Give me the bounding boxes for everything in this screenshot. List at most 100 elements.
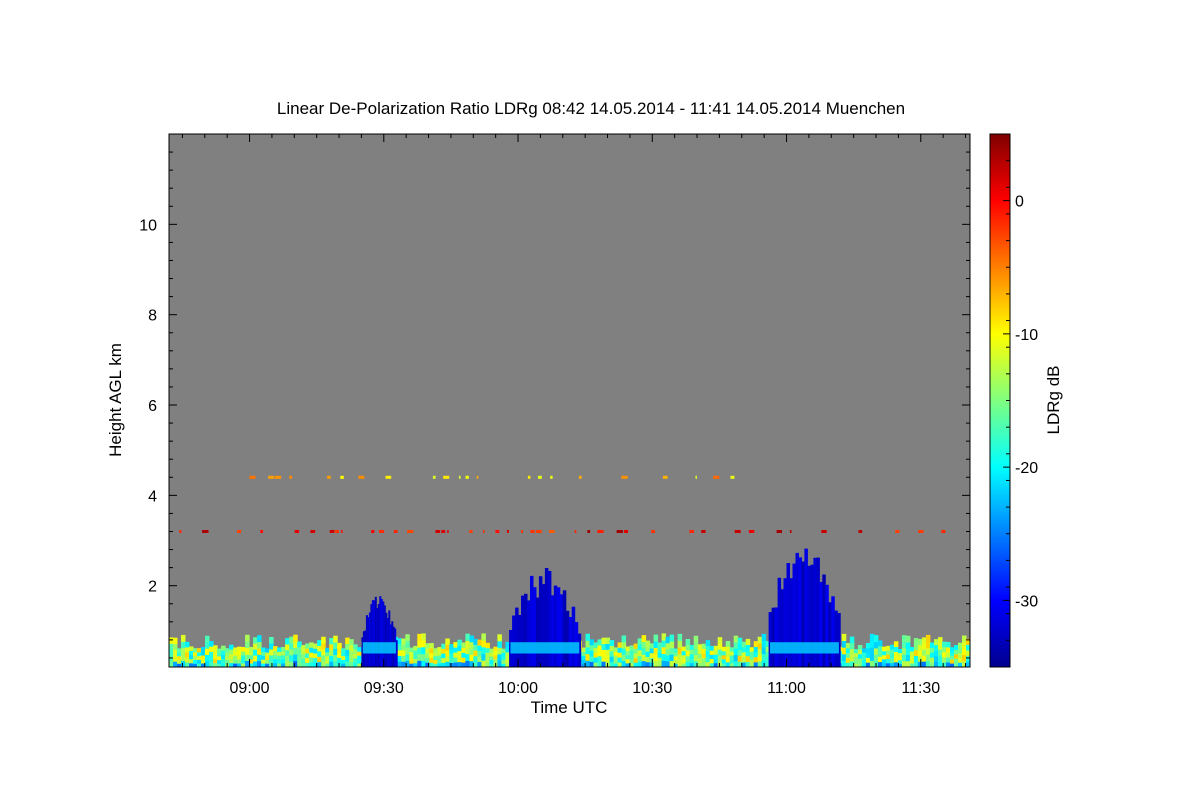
aerosol-cell (725, 651, 731, 658)
aerosol-cell (593, 647, 598, 653)
aerosol-cell (621, 660, 627, 668)
layer-segment (695, 475, 697, 479)
aerosol-cell (733, 654, 739, 662)
aerosol-cell (713, 650, 719, 655)
aerosol-cell (477, 639, 482, 646)
aerosol-cell (301, 658, 306, 664)
aerosol-cell (737, 655, 743, 662)
aerosol-cell (721, 646, 727, 652)
aerosol-cell (445, 638, 450, 645)
aerosol-cell (189, 654, 194, 660)
layer-segment (443, 475, 450, 479)
aerosol-cell (237, 654, 242, 660)
aerosol-cell (685, 639, 691, 646)
aerosol-cell (325, 648, 330, 653)
aerosol-cell (869, 660, 875, 668)
aerosol-cell (893, 656, 899, 663)
aerosol-cell (481, 633, 486, 641)
aerosol-cell (181, 647, 186, 655)
aerosol-cell (401, 655, 406, 662)
aerosol-cell (905, 642, 911, 649)
layer-segment (918, 530, 924, 533)
aerosol-cell (725, 646, 731, 652)
aerosol-cell (853, 652, 859, 657)
aerosol-cell (713, 658, 719, 664)
aerosol-cell (321, 642, 326, 650)
aerosol-cell (917, 655, 923, 662)
aerosol-cell (497, 660, 502, 668)
aerosol-cell (405, 640, 410, 648)
aerosol-cell (585, 640, 590, 648)
aerosol-cell (257, 641, 262, 649)
layer-segment (578, 475, 582, 479)
aerosol-cell (885, 645, 891, 651)
aerosol-cell (753, 641, 759, 647)
aerosol-cell (233, 659, 238, 664)
aerosol-cell (457, 645, 462, 652)
aerosol-cell (449, 648, 454, 654)
aerosol-cell (585, 660, 590, 668)
aerosol-cell (725, 656, 731, 663)
aerosol-cell (701, 653, 707, 659)
aerosol-cell (889, 658, 895, 664)
aerosol-cell (397, 655, 402, 662)
aerosol-cell (934, 655, 939, 662)
aerosol-cell (601, 643, 606, 650)
aerosol-cell (673, 655, 679, 661)
aerosol-cell (950, 647, 955, 652)
x-tick-label: 10:30 (632, 680, 672, 697)
aerosol-cell (942, 651, 947, 658)
aerosol-cell (693, 654, 699, 662)
y-tick-label: 4 (148, 488, 157, 505)
aerosol-cell (253, 655, 258, 662)
aerosol-cell (637, 638, 643, 645)
aerosol-cell (857, 649, 863, 655)
aerosol-cell (585, 647, 590, 655)
aerosol-cell (737, 649, 743, 656)
aerosol-cell (901, 635, 907, 643)
aerosol-cell (869, 647, 875, 655)
aerosol-cell (885, 650, 891, 655)
aerosol-cell (921, 655, 927, 662)
aerosol-cell (917, 644, 923, 651)
aerosol-cell (857, 653, 863, 659)
cloud-column (527, 600, 531, 667)
aerosol-cell (697, 653, 703, 659)
aerosol-cell (321, 636, 326, 644)
aerosol-cell (861, 648, 867, 653)
aerosol-cell (897, 649, 903, 654)
aerosol-cell (197, 659, 202, 664)
aerosol-cell (453, 647, 458, 653)
aerosol-cell (597, 655, 602, 662)
aerosol-cell (717, 637, 723, 644)
aerosol-cell (313, 643, 318, 649)
aerosol-cell (329, 638, 334, 645)
aerosol-cell (245, 660, 250, 668)
aerosol-cell (946, 642, 951, 648)
aerosol-cell (757, 642, 763, 650)
aerosol-cell (497, 647, 502, 655)
layer-segment (458, 475, 461, 479)
aerosol-cell (257, 635, 262, 643)
aerosol-cell (273, 650, 278, 655)
aerosol-cell (909, 647, 915, 652)
aerosol-cell (485, 657, 490, 663)
aerosol-cell (593, 657, 598, 663)
aerosol-cell (473, 655, 478, 662)
plot-area (169, 134, 970, 667)
aerosol-cell (397, 644, 402, 651)
layer-segment (441, 530, 446, 533)
aerosol-cell (665, 648, 671, 656)
aerosol-cell (853, 649, 859, 654)
layer-segment (249, 475, 256, 479)
aerosol-cell (281, 647, 286, 652)
aerosol-cell (934, 639, 939, 646)
aerosol-cell (597, 650, 602, 657)
aerosol-cell (697, 657, 703, 663)
aerosol-cell (677, 633, 683, 641)
aerosol-cell (261, 659, 266, 664)
aerosol-cell (437, 659, 442, 664)
aerosol-cell (257, 647, 262, 655)
layer-segment (179, 530, 182, 533)
aerosol-cell (934, 650, 939, 657)
